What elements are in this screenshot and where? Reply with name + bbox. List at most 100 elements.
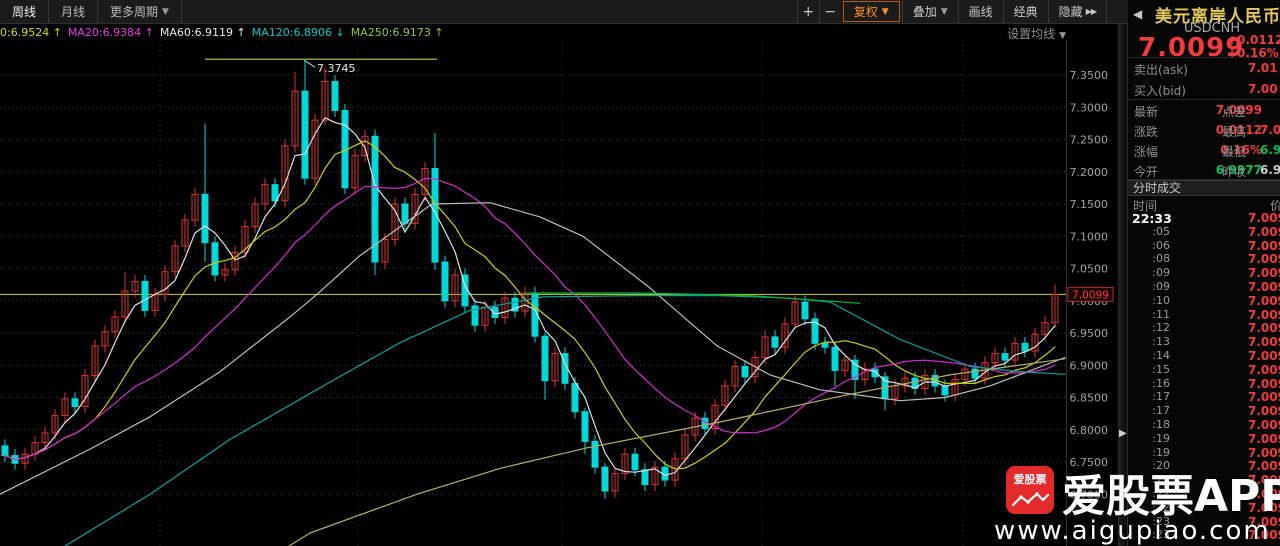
quote-grid: 最新7.0099点差涨跌0.0112最高7.02 涨幅0.16%最低6.99 今开6… xyxy=(1128,100,1280,180)
tick-row: :227.0095 xyxy=(1152,500,1280,515)
axis-tick-label: 6.9000 xyxy=(1070,359,1109,372)
candle-down xyxy=(141,280,149,311)
tick-row: :187.0097 xyxy=(1152,417,1280,432)
tick-row: :157.0099 xyxy=(1152,362,1280,377)
axis-tick-label: 6.7500 xyxy=(1070,456,1109,469)
candle-down xyxy=(971,368,979,379)
quote-header: ◀ 美元离岸人民币 USDCNH 7.0099 +0.0112 +0.16% xyxy=(1128,0,1280,63)
tick-row: :227.0095 xyxy=(1152,486,1280,501)
candle-down xyxy=(331,80,339,111)
draw-line-button[interactable]: 画线 xyxy=(957,0,1003,23)
tick-row: :177.0098 xyxy=(1152,390,1280,405)
ma-fast-white-line xyxy=(4,117,1056,476)
overlay-button[interactable]: 叠加 ▼ xyxy=(901,0,958,23)
tick-row: :137.0099 xyxy=(1152,335,1280,350)
candle-down xyxy=(441,261,449,302)
ma-settings-button[interactable]: 设置均线 ▼ xyxy=(1007,25,1066,42)
axis-tick-label: 7.3000 xyxy=(1070,101,1109,114)
candle-down xyxy=(801,301,809,320)
ma10-yellow-line xyxy=(4,140,1056,470)
axis-tick-label: 6.8500 xyxy=(1070,392,1109,405)
axis-tick-label: 6.9500 xyxy=(1070,327,1109,340)
tick-row: :197.0096 xyxy=(1152,445,1280,460)
axis-tick-label: 7.2000 xyxy=(1070,166,1109,179)
candle-down xyxy=(601,466,609,492)
tick-row: :067.0097 xyxy=(1152,238,1280,253)
tick-row: :097.0099 xyxy=(1152,279,1280,294)
ask-bid-rows: 卖出(ask) 7.01 买入(bid) 7.00 xyxy=(1128,58,1280,100)
tick-row: :127.0099 xyxy=(1152,321,1280,336)
tick-row: 22:337.0096 xyxy=(1132,211,1280,226)
ma-label: MA250:6.9173 ↑ xyxy=(350,26,444,39)
candle-down xyxy=(631,453,639,471)
tick-row: :087.0098 xyxy=(1152,252,1280,267)
candle-down xyxy=(771,336,779,348)
quote-row: 涨幅0.16%最低6.99 xyxy=(1134,143,1280,159)
ma-label: 0:6.9524 ↑ xyxy=(0,26,62,39)
tick-row: :237.0095 xyxy=(1152,514,1280,529)
tick-row: :177.0097 xyxy=(1152,404,1280,419)
top-toolbar: 周线 月线 更多周期 ▼ + − 复权 ▼ 叠加 ▼ 画线 经典 隐藏 ▶▶ xyxy=(0,0,1128,24)
tick-list[interactable]: 22:337.0096:057.0097:067.0097:087.0098:0… xyxy=(1128,211,1280,543)
candle-down xyxy=(201,193,209,244)
candle-down xyxy=(641,469,649,486)
tick-row: :167.0099 xyxy=(1152,376,1280,391)
fullscreen-icon xyxy=(1117,11,1118,12)
tick-row: :117.0099 xyxy=(1152,307,1280,322)
axis-tick-label: 7.1500 xyxy=(1070,198,1109,211)
ma-label: MA60:6.9119 ↑ xyxy=(159,26,246,39)
expand-chevron-icon[interactable]: ▶ xyxy=(1119,428,1127,439)
candle-down xyxy=(541,335,549,382)
double-arrow-icon: ▶▶ xyxy=(1085,7,1097,16)
ask-row: 卖出(ask) 7.01 xyxy=(1134,61,1278,77)
quote-panel: ◀ 美元离岸人民币 USDCNH 7.0099 +0.0112 +0.16% 卖出… xyxy=(1128,0,1280,546)
tick-row: :197.0097 xyxy=(1152,431,1280,446)
tick-table-header: 时间 价格 xyxy=(1133,199,1280,213)
candle-down xyxy=(401,203,409,224)
classic-style-button[interactable]: 经典 xyxy=(1002,0,1048,23)
candle-down xyxy=(211,242,219,276)
candle-down xyxy=(571,382,579,413)
axis-tick-label: 7.2500 xyxy=(1070,134,1109,147)
current-price-tag-label: 7.0099 xyxy=(1072,289,1109,301)
quote-row: 涨跌0.0112最高7.02 xyxy=(1134,123,1280,139)
tick-row: :097.0098 xyxy=(1152,266,1280,281)
candlestick-chart[interactable]: 7.3500 7.3000 7.2500 7.2000 7.1500 7.1000 7.05… xyxy=(0,0,1118,546)
quote-row: 最新 7.0099 点差 xyxy=(1134,103,1262,119)
candle-down xyxy=(1001,353,1009,361)
adjust-price-button[interactable]: 复权 ▼ xyxy=(842,1,900,22)
candle-down xyxy=(1,445,9,457)
tick-section-header: 分时成交 xyxy=(1128,180,1280,196)
axis-tick-label: 7.0500 xyxy=(1070,263,1109,276)
candle-down xyxy=(741,366,749,378)
candle-down xyxy=(1021,342,1029,352)
tick-row: :207.0096 xyxy=(1152,459,1280,474)
ma20-magenta-line xyxy=(4,177,1056,460)
candle-down xyxy=(71,398,79,408)
panel-divider[interactable]: ▶ xyxy=(1118,0,1128,546)
quote-row: 今开6.9977昨收6.99 xyxy=(1134,163,1280,179)
ma-values-row: 0:6.9524 ↑ MA20:6.9384 ↑ MA60:6.9119 ↑ MA12… xyxy=(0,25,1118,42)
tick-row: :057.0097 xyxy=(1152,224,1280,239)
app-window: 7.3500 7.3000 7.2500 7.2000 7.1500 7.1000 7.05… xyxy=(0,0,1280,546)
tick-row: :237.0096 xyxy=(1152,528,1280,543)
chevron-down-icon: ▼ xyxy=(1059,31,1066,41)
back-arrow-icon[interactable]: ◀ xyxy=(1133,7,1142,21)
zoom-out-button[interactable]: − xyxy=(818,0,841,23)
hide-button[interactable]: 隐藏 ▶▶ xyxy=(1047,0,1106,23)
axis-tick-label: 6.7000 xyxy=(1070,488,1109,501)
tab-weekly[interactable]: 周线 xyxy=(0,0,50,23)
candle-down xyxy=(301,90,309,179)
candle-down xyxy=(831,346,839,371)
annotation-arrow xyxy=(303,59,316,68)
tick-row: :107.0099 xyxy=(1152,293,1280,308)
zoom-in-button[interactable]: + xyxy=(796,0,819,23)
chevron-down-icon: ▼ xyxy=(940,6,948,17)
tab-more-periods[interactable]: 更多周期 ▼ xyxy=(98,0,182,23)
tick-row: :217.0096 xyxy=(1152,473,1280,488)
fullscreen-button[interactable] xyxy=(1106,0,1128,23)
tab-monthly[interactable]: 月线 xyxy=(49,0,99,23)
candle-down xyxy=(821,342,829,348)
chevron-down-icon: ▼ xyxy=(881,6,889,17)
